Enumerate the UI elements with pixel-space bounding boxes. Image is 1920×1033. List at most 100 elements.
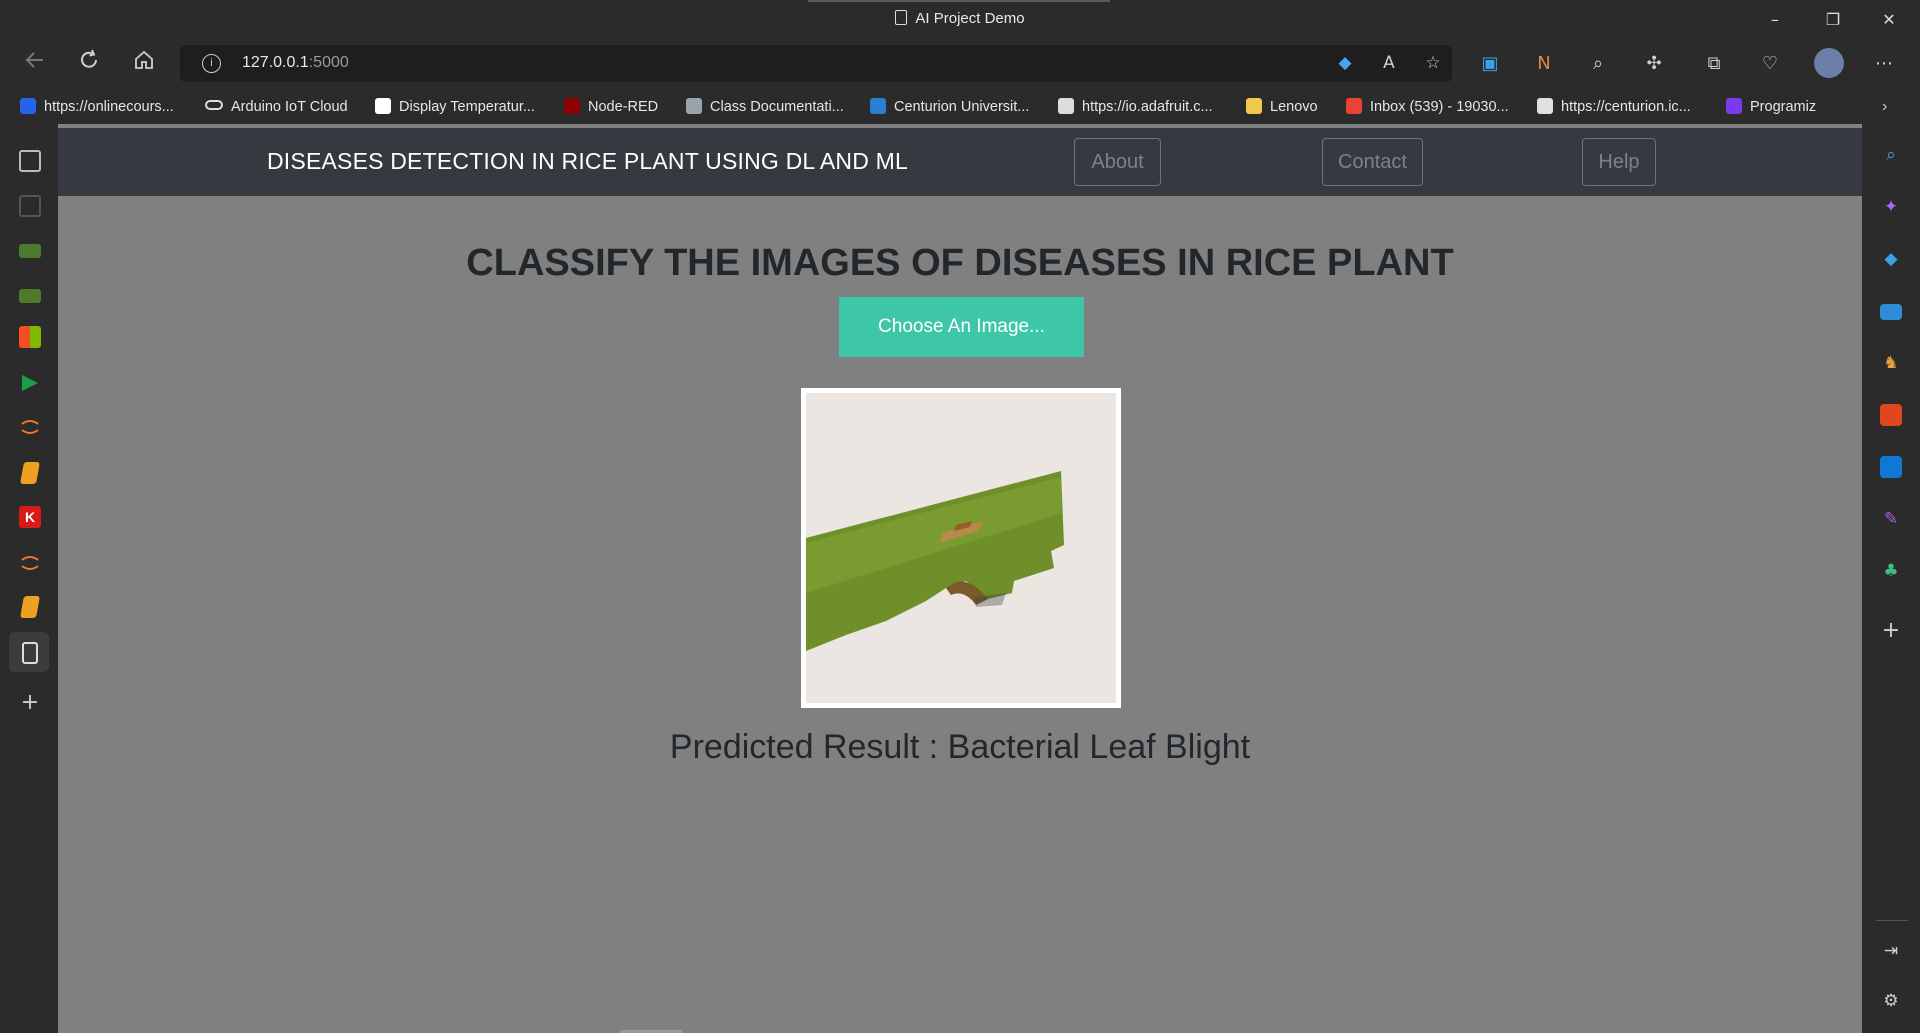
prediction-result: Predicted Result : Bacterial Leaf Blight bbox=[669, 728, 1251, 766]
bookmark-item[interactable]: https://onlinecours... bbox=[20, 96, 174, 118]
bookmark-item[interactable]: Programiz bbox=[1726, 96, 1816, 118]
designer-icon[interactable]: ✎ bbox=[1880, 508, 1902, 530]
about-button[interactable]: About bbox=[1074, 138, 1161, 186]
vertical-tabs-sidebar: K + bbox=[0, 124, 58, 1033]
tab-favicon-icon[interactable] bbox=[19, 289, 41, 303]
minimize-button[interactable]: – bbox=[1752, 6, 1798, 34]
bookmarks-overflow-chevron-icon[interactable]: › bbox=[1882, 96, 1887, 118]
site-navbar: DISEASES DETECTION IN RICE PLANT USING D… bbox=[58, 128, 1862, 196]
browser-toolbar: i 127.0.0.1:5000 ◆ A ☆ ▣ N ⌕ ✣ ⧉ ♡ ⋯ bbox=[0, 40, 1920, 88]
office-icon[interactable] bbox=[1880, 404, 1902, 426]
tree-icon[interactable]: ♣ bbox=[1880, 560, 1902, 582]
edge-sidebar: ⌕ ✦ ◆ ♞ ✎ ♣ + ⇥ ⚙ bbox=[1862, 124, 1920, 1033]
url-host: 127.0.0.1 bbox=[242, 54, 309, 71]
programiz-icon bbox=[1726, 98, 1742, 114]
site-info-icon[interactable]: i bbox=[202, 54, 221, 73]
window-title-bar: AI Project Demo – ❐ ✕ bbox=[0, 0, 1920, 40]
web-page: DISEASES DETECTION IN RICE PLANT USING D… bbox=[58, 124, 1862, 1033]
bookmark-label: https://onlinecours... bbox=[44, 99, 174, 115]
search-icon[interactable]: ⌕ bbox=[1880, 144, 1902, 166]
site-brand[interactable]: DISEASES DETECTION IN RICE PLANT USING D… bbox=[267, 148, 908, 175]
bookmark-favicon-icon bbox=[870, 98, 886, 114]
add-favorite-icon[interactable]: ☆ bbox=[1420, 53, 1446, 75]
jupyter-icon[interactable] bbox=[19, 416, 41, 438]
more-menu-icon[interactable]: ⋯ bbox=[1870, 50, 1898, 78]
shopping-tag-icon[interactable]: ◆ bbox=[1880, 248, 1902, 270]
bookmark-item[interactable]: https://centurion.ic... bbox=[1537, 96, 1691, 118]
bookmark-label: Node-RED bbox=[588, 99, 659, 115]
folder-icon bbox=[1246, 98, 1262, 114]
url-port: :5000 bbox=[308, 54, 349, 71]
send-icon[interactable] bbox=[19, 372, 41, 394]
bookmark-item[interactable]: Class Documentati... bbox=[686, 96, 844, 118]
extensions-icon[interactable]: ✣ bbox=[1640, 50, 1668, 78]
settings-gear-icon[interactable]: ⚙ bbox=[1880, 990, 1902, 1012]
book-icon[interactable] bbox=[20, 596, 40, 618]
tools-briefcase-icon[interactable] bbox=[1880, 304, 1902, 320]
sidebar-divider bbox=[1876, 920, 1908, 921]
restore-button[interactable]: ❐ bbox=[1810, 6, 1856, 34]
contact-button[interactable]: Contact bbox=[1322, 138, 1423, 186]
bookmark-item[interactable]: https://io.adafruit.c... bbox=[1058, 96, 1213, 118]
home-button[interactable] bbox=[127, 48, 161, 80]
tab-indicator bbox=[808, 0, 1110, 2]
window-title-text: AI Project Demo bbox=[915, 10, 1025, 27]
reload-icon bbox=[81, 49, 97, 68]
uploaded-image-preview bbox=[801, 388, 1121, 708]
address-bar[interactable]: i 127.0.0.1:5000 ◆ A ☆ bbox=[180, 45, 1452, 82]
help-button[interactable]: Help bbox=[1582, 138, 1656, 186]
bookmark-item[interactable]: Node-RED bbox=[564, 96, 658, 118]
tab-favicon-icon[interactable] bbox=[19, 244, 41, 258]
url-text[interactable]: 127.0.0.1:5000 bbox=[242, 54, 349, 72]
bookmark-label: https://io.adafruit.c... bbox=[1082, 99, 1213, 115]
tab-icon[interactable] bbox=[19, 195, 41, 217]
collections-icon[interactable]: ⧉ bbox=[1700, 50, 1728, 78]
browser-essentials-icon[interactable]: ♡ bbox=[1756, 50, 1784, 78]
jupyter-icon[interactable] bbox=[19, 552, 41, 574]
bookmark-item[interactable]: Centurion Universit... bbox=[870, 96, 1029, 118]
bookmark-item[interactable]: Lenovo bbox=[1246, 96, 1318, 118]
bookmark-label: Programiz bbox=[1750, 99, 1817, 115]
profile-avatar[interactable] bbox=[1814, 48, 1844, 78]
bookmark-label: Lenovo bbox=[1270, 99, 1318, 115]
games-icon[interactable]: ♞ bbox=[1880, 352, 1902, 374]
extension-n-icon[interactable]: N bbox=[1530, 50, 1558, 78]
outlook-icon[interactable] bbox=[1880, 456, 1902, 478]
bookmark-favicon-icon bbox=[686, 98, 702, 114]
new-tab-plus-icon[interactable]: + bbox=[19, 692, 41, 714]
microsoft-icon[interactable] bbox=[19, 326, 41, 348]
coupon-tag-icon[interactable]: ◆ bbox=[1332, 53, 1358, 75]
tab-actions-icon[interactable] bbox=[19, 150, 41, 172]
bookmark-label: Centurion Universit... bbox=[894, 99, 1030, 115]
bookmark-favicon-icon bbox=[1058, 98, 1074, 114]
extension-screen-icon[interactable]: ▣ bbox=[1476, 50, 1504, 78]
rice-leaf-image bbox=[806, 393, 1116, 703]
close-button[interactable]: ✕ bbox=[1866, 6, 1912, 34]
bookmark-favicon-icon bbox=[20, 98, 36, 114]
back-button[interactable] bbox=[18, 48, 52, 80]
window-title: AI Project Demo bbox=[0, 10, 1920, 27]
bookmark-favicon-icon bbox=[1537, 98, 1553, 114]
choose-image-button[interactable]: Choose An Image... bbox=[839, 297, 1084, 357]
extension-search-icon[interactable]: ⌕ bbox=[1584, 50, 1612, 78]
reload-button[interactable] bbox=[72, 48, 106, 80]
add-sidebar-plus-icon[interactable]: + bbox=[1880, 620, 1902, 642]
page-heading: CLASSIFY THE IMAGES OF DISEASES IN RICE … bbox=[466, 242, 1454, 284]
bookmark-item[interactable]: Display Temperatur... bbox=[375, 96, 535, 118]
k-app-icon[interactable]: K bbox=[19, 506, 41, 528]
bookmark-favicon-icon bbox=[375, 98, 391, 114]
bookmark-label: Arduino IoT Cloud bbox=[231, 99, 348, 115]
read-aloud-icon[interactable]: A bbox=[1376, 53, 1402, 75]
bookmark-label: https://centurion.ic... bbox=[1561, 99, 1691, 115]
copilot-sparkle-icon[interactable]: ✦ bbox=[1880, 196, 1902, 218]
bookmark-item[interactable]: Arduino IoT Cloud bbox=[205, 96, 348, 118]
bookmark-item[interactable]: Inbox (539) - 19030... bbox=[1346, 96, 1509, 118]
document-icon[interactable] bbox=[22, 642, 38, 664]
bookmarks-bar: https://onlinecours... Arduino IoT Cloud… bbox=[0, 88, 1920, 124]
book-icon[interactable] bbox=[20, 462, 40, 484]
gmail-icon bbox=[1346, 98, 1362, 114]
document-icon bbox=[895, 10, 908, 25]
home-icon bbox=[135, 50, 153, 69]
bookmark-label: Inbox (539) - 19030... bbox=[1370, 99, 1509, 115]
hide-sidebar-icon[interactable]: ⇥ bbox=[1880, 940, 1902, 962]
